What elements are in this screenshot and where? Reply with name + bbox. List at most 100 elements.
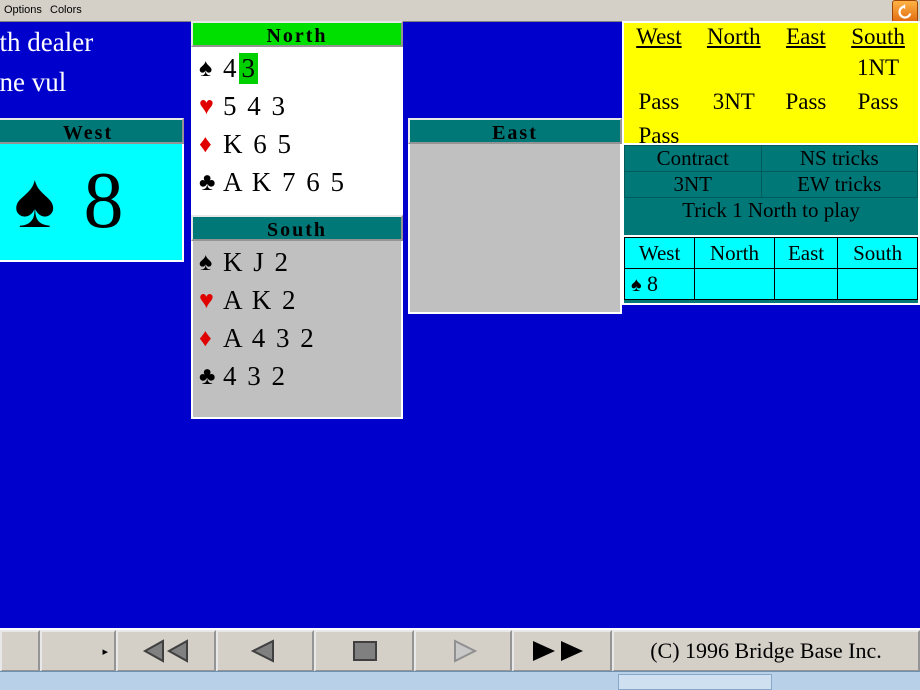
trick-header-east: East xyxy=(773,237,839,269)
contract-row: Contract NS tricks xyxy=(624,145,919,172)
hand-panel-west: West ♠ 8 xyxy=(0,118,184,262)
right-chevron-icon: ▸ xyxy=(102,645,108,658)
suit-row-clubs[interactable]: ♣ 4 3 2 xyxy=(199,357,395,395)
taskbar-item[interactable] xyxy=(618,674,772,690)
hand-panel-north: North ♠ 4 3 ♥ 5 4 3 ♦ K 6 5 ♣ A K 7 6 5 xyxy=(191,21,403,225)
deal-info: uth dealer one vul xyxy=(0,22,186,102)
playback-toolbar: ▸ (C) 1996 Bridge Base Inc. xyxy=(0,628,920,672)
trick-card-rank: 8 xyxy=(647,271,658,296)
diamond-icon: ♦ xyxy=(199,130,212,158)
current-trick-table: West North East South ♠ 8 xyxy=(622,237,920,305)
ns-tricks-label: NS tricks xyxy=(760,145,919,172)
card-list[interactable]: A 4 3 2 xyxy=(223,323,316,354)
card-list[interactable]: K J 2 xyxy=(223,247,290,278)
played-card-highlight[interactable]: 3 xyxy=(238,52,258,84)
status-row: Trick 1 North to play xyxy=(625,198,918,224)
dealer-text: uth dealer xyxy=(0,27,94,57)
hand-title-south: South xyxy=(191,215,403,241)
card-list[interactable]: A K 2 xyxy=(223,285,298,316)
contract-panel: Contract NS tricks 3NT EW tricks Trick 1… xyxy=(622,145,920,237)
suit-row-clubs[interactable]: ♣ A K 7 6 5 xyxy=(199,163,395,201)
trick-header-south: South xyxy=(837,237,918,269)
stop-button[interactable] xyxy=(314,630,414,672)
trick-card-east xyxy=(773,268,839,300)
auction-cell xyxy=(624,51,694,85)
hand-cards-west: ♠ 8 xyxy=(0,144,184,262)
spade-icon: ♠ xyxy=(631,274,642,296)
auction-row: Pass 3NT Pass Pass xyxy=(624,85,918,119)
trick-header-north: North xyxy=(694,237,775,269)
auction-cell: Pass xyxy=(785,89,827,114)
restore-window-icon[interactable] xyxy=(892,0,918,23)
played-card-west[interactable]: ♠ 8 xyxy=(0,148,176,254)
trick-header-row: West North East South xyxy=(623,237,918,269)
trick-card-west: ♠ 8 xyxy=(623,268,696,300)
auction-cell xyxy=(694,51,774,85)
suit-row-hearts[interactable]: ♥ 5 4 3 xyxy=(199,87,395,125)
hand-cards-north: ♠ 4 3 ♥ 5 4 3 ♦ K 6 5 ♣ A K 7 6 5 xyxy=(191,47,403,225)
hand-cards-east xyxy=(408,144,622,314)
menu-item-colors[interactable]: Colors xyxy=(46,3,86,18)
hand-title-west: West xyxy=(0,118,184,144)
double-right-triangle-icon xyxy=(533,641,583,661)
status-text: Trick 1 North to play xyxy=(682,198,860,222)
auction-cell: 3NT xyxy=(712,89,755,114)
club-icon: ♣ xyxy=(199,362,216,390)
auction-header-north: North xyxy=(706,24,761,49)
copyright-text: (C) 1996 Bridge Base Inc. xyxy=(612,630,920,672)
hand-title-north: North xyxy=(191,21,403,47)
hand-panel-east: East xyxy=(408,118,622,314)
auction-cell: Pass xyxy=(857,89,899,114)
menu-item-options-label: Options xyxy=(4,4,42,16)
auction-row: 1NT xyxy=(624,51,918,85)
card-list[interactable]: 4 3 2 xyxy=(223,361,287,392)
spade-icon: ♠ xyxy=(14,157,56,244)
square-icon xyxy=(353,641,377,661)
heart-icon: ♥ xyxy=(199,92,214,120)
trick-header-west: West xyxy=(623,237,696,269)
suit-row-diamonds[interactable]: ♦ A 4 3 2 xyxy=(199,319,395,357)
suit-row-spades[interactable]: ♠ K J 2 xyxy=(199,243,395,281)
suit-row-hearts[interactable]: ♥ A K 2 xyxy=(199,281,395,319)
club-icon: ♣ xyxy=(199,168,216,196)
card-list[interactable]: A K 7 6 5 xyxy=(223,167,346,198)
toolbar-spacer xyxy=(0,630,40,672)
heart-icon: ♥ xyxy=(199,286,214,314)
menu-bar: Options Colors xyxy=(0,0,920,23)
rewind-all-button[interactable] xyxy=(116,630,216,672)
right-triangle-outline-icon xyxy=(454,639,478,663)
menu-item-options[interactable]: Options xyxy=(0,3,46,18)
auction-header-east: East xyxy=(786,24,826,49)
step-forward-button[interactable] xyxy=(414,630,512,672)
diamond-icon: ♦ xyxy=(199,324,212,352)
ew-tricks-label: EW tricks xyxy=(760,171,919,198)
hand-cards-south: ♠ K J 2 ♥ A K 2 ♦ A 4 3 2 ♣ 4 3 2 xyxy=(191,241,403,419)
contract-label: Contract xyxy=(624,145,762,172)
auction-cell xyxy=(774,51,838,85)
circular-arrow-icon xyxy=(898,3,912,19)
card-list[interactable]: 5 4 3 xyxy=(223,91,287,122)
toolbar-scroll-arrow[interactable]: ▸ xyxy=(40,630,116,672)
auction-header-row: West North East South xyxy=(624,23,918,51)
played-card-rank: 8 xyxy=(83,157,124,245)
contract-value: 3NT xyxy=(624,171,762,198)
left-triangle-icon xyxy=(250,639,274,663)
suit-row-spades[interactable]: ♠ 4 3 xyxy=(199,49,395,87)
auction-cell: 1NT xyxy=(856,55,900,80)
spade-icon: ♠ xyxy=(199,248,213,276)
step-back-button[interactable] xyxy=(216,630,314,672)
auction-header-south: South xyxy=(851,24,905,49)
card-list[interactable]: K 6 5 xyxy=(223,129,293,160)
card-list[interactable]: 4 xyxy=(223,53,239,84)
auction-header-west: West xyxy=(636,24,682,49)
trick-card-north xyxy=(694,268,775,300)
forward-all-button[interactable] xyxy=(512,630,612,672)
hand-panel-south: South ♠ K J 2 ♥ A K 2 ♦ A 4 3 2 ♣ 4 3 2 xyxy=(191,215,403,419)
auction-cell: Pass xyxy=(638,89,680,114)
spade-icon: ♠ xyxy=(199,54,213,82)
taskbar xyxy=(0,671,920,690)
menu-item-colors-label: Colors xyxy=(50,4,82,16)
suit-row-diamonds[interactable]: ♦ K 6 5 xyxy=(199,125,395,163)
trick-card-row: ♠ 8 xyxy=(623,268,918,300)
double-left-triangle-icon xyxy=(142,639,188,663)
